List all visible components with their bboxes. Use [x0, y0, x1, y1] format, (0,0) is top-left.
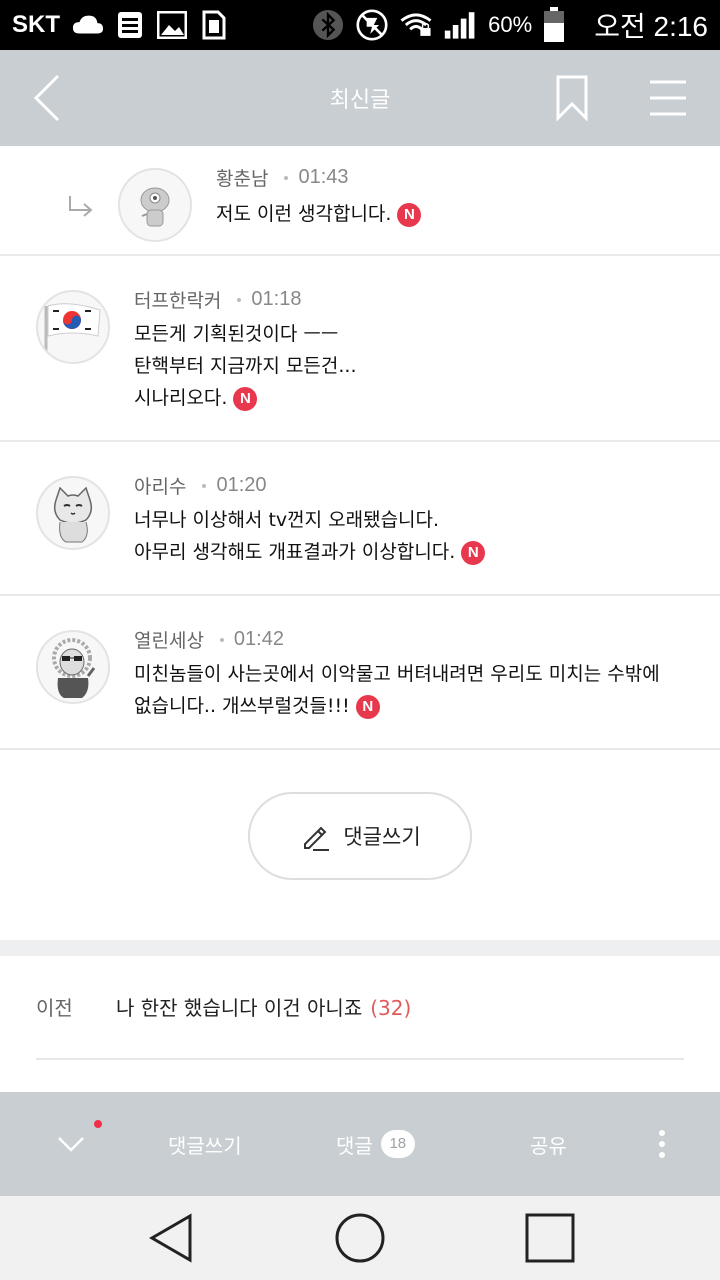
more-options-button[interactable]	[652, 1092, 672, 1196]
avatar[interactable]	[36, 630, 110, 704]
app-header: 최신글	[0, 50, 720, 146]
comment-item: 터프한락커 01:18 모든게 기획된것이다 ㅡㅡ 탄핵부터 지금까지 모든건.…	[0, 256, 720, 442]
clock: 오전 2:16	[594, 11, 708, 42]
separator-dot	[237, 297, 242, 302]
notification-dot	[94, 1120, 102, 1128]
comment-meta: 황춘남 01:43	[216, 164, 349, 191]
write-comment-button[interactable]: 댓글쓰기	[248, 792, 472, 880]
status-bar: SKT 60% 오전 2:16	[0, 0, 720, 50]
document-icon	[114, 9, 146, 41]
action-share-label: 공유	[530, 1133, 567, 1158]
prev-post-row[interactable]: 이전 나 한잔 했습니다 이건 아니죠 (32)	[0, 956, 720, 1056]
comment-item: 열린세상 01:42 미친놈들이 사는곳에서 이악물고 버텨내려면 우리도 미치…	[0, 596, 720, 750]
chevron-down-icon	[58, 1137, 84, 1152]
cat-avatar-icon	[53, 486, 93, 543]
comment-meta: 터프한락커 01:18	[134, 286, 301, 313]
comment-time: 01:43	[298, 166, 349, 188]
comment-meta: 열린세상 01:42	[134, 626, 284, 653]
prev-post-count: (32)	[370, 995, 412, 1020]
sim-icon	[198, 9, 230, 41]
system-nav-bar	[0, 1196, 720, 1280]
comment-author[interactable]: 아리수	[134, 472, 186, 499]
comment-item: 황춘남 01:43 저도 이런 생각합니다. N	[0, 146, 720, 256]
character-avatar-icon	[140, 187, 170, 227]
carrier-label: SKT	[12, 11, 60, 38]
comment-time: 01:42	[233, 628, 284, 650]
avatar[interactable]	[36, 476, 110, 550]
bluetooth-icon	[312, 9, 344, 41]
comment-body: 너무나 이상해서 tv껀지 오래됐습니다. 아무리 생각해도 개표결과가 이상합…	[134, 504, 486, 568]
comment-author[interactable]: 터프한락커	[134, 286, 221, 313]
section-divider	[0, 940, 720, 956]
character-sunglasses-avatar-icon	[52, 638, 96, 698]
new-badge: N	[355, 694, 380, 719]
battery-icon	[538, 7, 570, 42]
wifi-lock-icon	[400, 9, 432, 41]
circle-home-icon	[335, 1213, 385, 1263]
system-home-button[interactable]	[332, 1210, 388, 1266]
comment-author[interactable]: 열린세상	[134, 626, 204, 653]
comment-text: 미친놈들이 사는곳에서 이악물고 버텨내려면 우리도 미치는 수밖에 없습니다.…	[134, 663, 660, 717]
avatar[interactable]	[36, 290, 110, 364]
comment-body: 저도 이런 생각합니다. N	[216, 198, 422, 230]
action-comments[interactable]: 댓글 18	[336, 1092, 415, 1196]
prev-post-title[interactable]: 나 한잔 했습니다 이건 아니죠	[116, 996, 362, 1020]
comment-text: 저도 이런 생각합니다.	[216, 203, 392, 225]
pencil-icon	[304, 826, 330, 851]
action-share[interactable]: 공유	[530, 1092, 567, 1196]
menu-button[interactable]	[646, 76, 690, 120]
cloud-icon	[72, 9, 104, 41]
signal-icon	[444, 9, 476, 41]
korean-flag-avatar-icon	[44, 303, 101, 358]
triangle-back-icon	[149, 1213, 192, 1263]
system-back-button[interactable]	[146, 1210, 202, 1266]
reply-arrow-icon	[69, 196, 93, 217]
new-badge: N	[233, 386, 258, 411]
back-button[interactable]	[28, 72, 68, 124]
system-recents-button[interactable]	[522, 1210, 578, 1266]
comment-body: 미친놈들이 사는곳에서 이악물고 버텨내려면 우리도 미치는 수밖에 없습니다.…	[134, 658, 694, 722]
comment-body: 모든게 기획된것이다 ㅡㅡ 탄핵부터 지금까지 모든건... 시나리오다. N	[134, 318, 356, 414]
action-comments-label: 댓글	[336, 1133, 373, 1158]
collapse-button[interactable]	[56, 1092, 86, 1196]
comment-list: 황춘남 01:43 저도 이런 생각합니다. N	[0, 146, 720, 256]
new-badge: N	[461, 540, 486, 565]
comment-item: 아리수 01:20 너무나 이상해서 tv껀지 오래됐습니다. 아무리 생각해도…	[0, 442, 720, 596]
write-comment-label: 댓글쓰기	[343, 825, 421, 849]
back-chevron-icon	[33, 74, 60, 122]
mute-icon	[356, 9, 388, 41]
bookmark-icon	[556, 75, 588, 122]
nav-divider	[36, 1058, 684, 1060]
comment-text: 너무나 이상해서 tv껀지 오래됐습니다. 아무리 생각해도 개표결과가 이상합…	[134, 509, 456, 563]
separator-dot	[219, 637, 224, 642]
hamburger-menu-icon	[650, 80, 686, 116]
comment-meta: 아리수 01:20	[134, 472, 267, 499]
comment-time: 01:18	[251, 288, 302, 310]
battery-percent: 60%	[488, 12, 533, 37]
bottom-action-bar: 댓글쓰기 댓글 18 공유	[0, 1092, 720, 1196]
action-write-label: 댓글쓰기	[168, 1133, 242, 1158]
comments-count-badge: 18	[380, 1130, 415, 1158]
more-vertical-icon	[659, 1130, 665, 1158]
image-icon	[156, 9, 188, 41]
comment-author[interactable]: 황춘남	[216, 164, 268, 191]
separator-dot	[284, 175, 289, 180]
separator-dot	[202, 483, 207, 488]
square-recents-icon	[525, 1213, 575, 1263]
avatar[interactable]	[118, 168, 192, 242]
prev-label: 이전	[36, 995, 73, 1020]
new-badge: N	[397, 202, 422, 227]
action-write-comment[interactable]: 댓글쓰기	[168, 1092, 242, 1196]
write-comment-section: 댓글쓰기	[0, 750, 720, 940]
prev-post-title-wrap: 나 한잔 했습니다 이건 아니죠 (32)	[116, 992, 411, 1021]
bookmark-button[interactable]	[552, 74, 592, 122]
comment-time: 01:20	[216, 474, 267, 496]
page-title: 최신글	[329, 88, 391, 113]
